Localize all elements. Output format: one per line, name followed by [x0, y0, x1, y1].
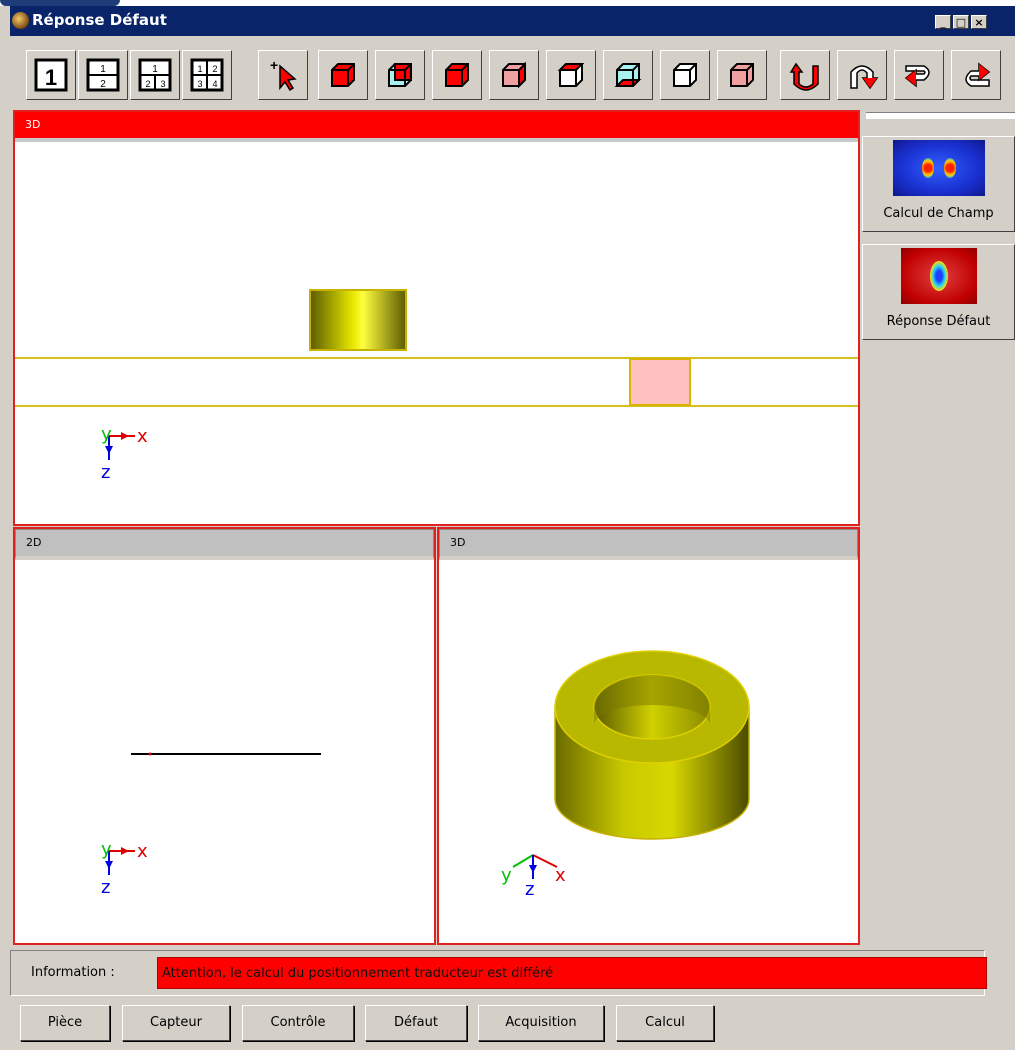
svg-text:2: 2	[212, 64, 217, 74]
svg-text:2: 2	[100, 79, 106, 90]
view-front-button[interactable]	[318, 50, 368, 100]
select-add-icon: +	[270, 58, 297, 92]
layout-split-3-icon: 12 3	[138, 58, 172, 92]
cube-back-icon	[388, 63, 412, 87]
layout-4-button[interactable]: 1234	[182, 50, 232, 100]
calcul-button[interactable]: Calcul	[616, 1005, 714, 1041]
svg-text:y: y	[101, 839, 112, 860]
axis-triad-top: y x z	[101, 424, 148, 482]
svg-text:y: y	[101, 424, 112, 445]
info-label: Information :	[31, 965, 115, 980]
rotate-up-button[interactable]	[780, 50, 830, 100]
minimize-button[interactable]: _	[935, 15, 951, 29]
info-message: Attention, le calcul du positionnement t…	[157, 957, 987, 989]
svg-text:3: 3	[160, 79, 165, 89]
calc-field-button[interactable]: Calcul de Champ	[862, 136, 1015, 232]
svg-text:1: 1	[197, 64, 202, 74]
2d-view-canvas	[131, 752, 321, 756]
window-title: Réponse Défaut	[32, 11, 167, 29]
calc-field-label: Calcul de Champ	[883, 206, 994, 221]
view-right-button[interactable]	[489, 50, 539, 100]
svg-text:z: z	[525, 879, 534, 900]
select-add-button[interactable]: +	[258, 50, 308, 100]
view-iso-1-button[interactable]	[660, 50, 710, 100]
view-panel-top[interactable]: 3D y x z	[13, 110, 860, 526]
cube-bottom-icon	[614, 63, 642, 87]
ring-probe-3d	[554, 650, 750, 840]
maximize-button[interactable]: □	[953, 15, 969, 29]
acquisition-button[interactable]: Acquisition	[478, 1005, 604, 1041]
layout-split-4-icon: 1 23 4	[190, 58, 224, 92]
app-icon	[12, 12, 29, 29]
rotate-right-icon	[965, 62, 991, 87]
info-bar: Information : Attention, le calcul du po…	[10, 950, 987, 996]
close-button[interactable]: ×	[971, 15, 987, 29]
cube-iso-2-icon	[730, 63, 754, 87]
defect-shape	[629, 358, 691, 406]
layout-3-button[interactable]: 123	[130, 50, 180, 100]
cube-top-icon	[557, 63, 585, 87]
view-back-button[interactable]	[375, 50, 425, 100]
view-panel-3d[interactable]: 3D y x z	[437, 527, 860, 945]
svg-text:z: z	[101, 877, 110, 897]
view-iso-2-button[interactable]	[717, 50, 767, 100]
layout-single-icon: 1	[34, 58, 68, 92]
axis-triad-3d: y x z	[501, 854, 566, 900]
view-left-button[interactable]	[432, 50, 482, 100]
cube-left-icon	[445, 63, 469, 87]
rotate-left-button[interactable]	[894, 50, 944, 100]
layout-1-button[interactable]: 1	[26, 50, 76, 100]
rotate-down-button[interactable]	[837, 50, 887, 100]
defect-response-label: Réponse Défaut	[886, 314, 991, 329]
sensor-button[interactable]: Capteur	[122, 1005, 230, 1041]
svg-text:3: 3	[197, 79, 202, 89]
axis-triad-2d: y x z	[101, 839, 148, 897]
title-bar: Réponse Défaut _ □ ×	[10, 6, 1015, 36]
svg-text:1: 1	[152, 64, 158, 75]
field-map-thumbnail	[892, 140, 985, 196]
rotate-down-icon	[850, 65, 879, 90]
svg-text:x: x	[555, 865, 566, 886]
view-bottom-button[interactable]	[603, 50, 653, 100]
piece-button[interactable]: Pièce	[20, 1005, 110, 1041]
svg-text:2: 2	[145, 79, 150, 89]
cube-right-icon	[502, 61, 526, 89]
rotate-left-icon	[904, 65, 930, 88]
svg-text:x: x	[137, 426, 148, 447]
svg-text:1: 1	[100, 64, 106, 75]
defect-response-button[interactable]: Réponse Défaut	[862, 244, 1015, 340]
rotate-right-button[interactable]	[951, 50, 1001, 100]
defect-map-thumbnail	[900, 248, 977, 304]
cube-iso-1-icon	[673, 63, 697, 87]
layout-split-2-icon: 12	[86, 58, 120, 92]
svg-text:4: 4	[212, 79, 217, 89]
svg-text:1: 1	[45, 65, 57, 90]
view-top-button[interactable]	[546, 50, 596, 100]
svg-text:y: y	[501, 865, 512, 886]
toolbar: 1 12 123 1234 +	[10, 44, 1015, 104]
control-button[interactable]: Contrôle	[242, 1005, 354, 1041]
side-divider	[866, 112, 1015, 119]
rotate-up-icon	[789, 62, 819, 91]
layout-2-button[interactable]: 12	[78, 50, 128, 100]
svg-text:+: +	[270, 58, 278, 73]
probe-shape	[309, 289, 407, 351]
cube-front-icon	[331, 63, 355, 87]
svg-text:z: z	[101, 462, 110, 482]
defect-button[interactable]: Défaut	[365, 1005, 467, 1041]
view-panel-2d[interactable]: 2D y x z	[13, 527, 436, 945]
svg-text:x: x	[137, 841, 148, 862]
